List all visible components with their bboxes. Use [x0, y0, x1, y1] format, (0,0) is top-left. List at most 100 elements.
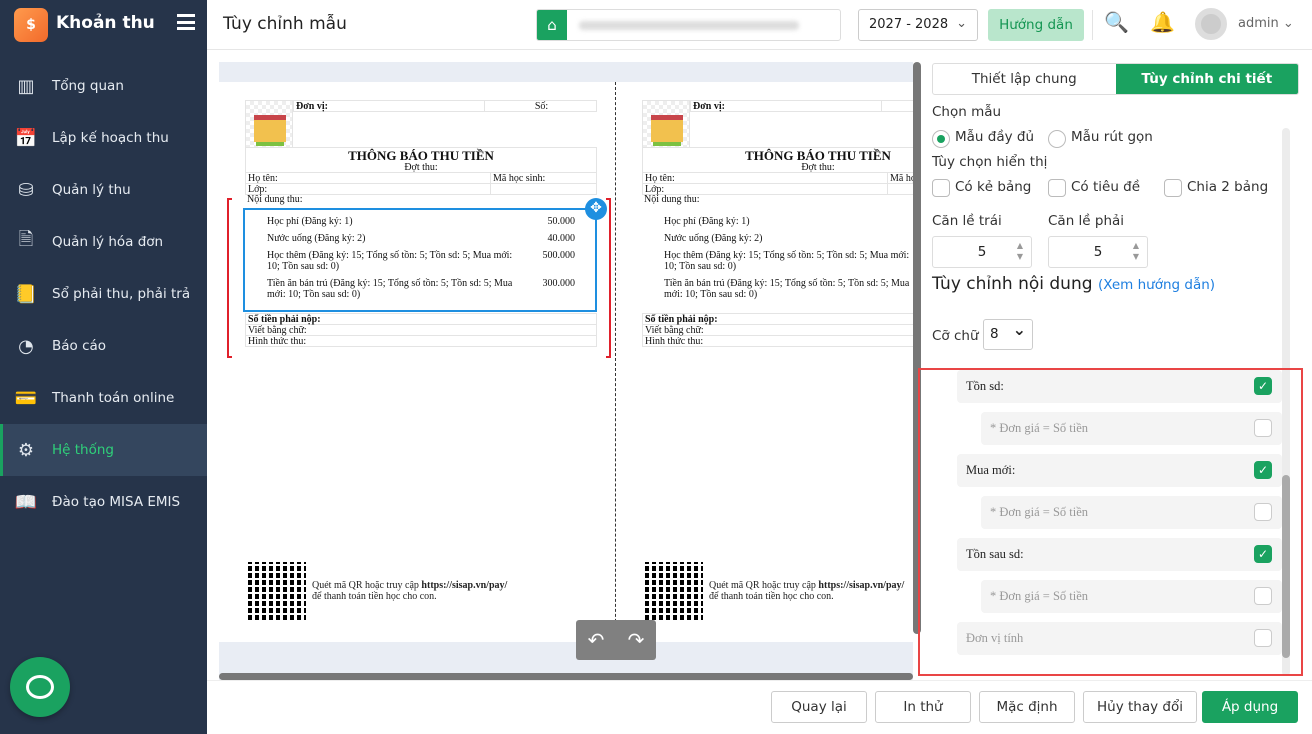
- sidebar-item-8[interactable]: 📖 Đào tạo MISA EMIS: [0, 476, 207, 528]
- avatar[interactable]: [1195, 8, 1227, 40]
- qr-text: Quét mã QR hoặc truy cập: [709, 580, 819, 591]
- apply-button[interactable]: Áp dụng: [1202, 691, 1298, 723]
- hamburger-menu-icon[interactable]: [177, 14, 195, 30]
- bell-icon[interactable]: 🔔: [1150, 10, 1175, 34]
- school-year-select[interactable]: 2027 - 2028 ⌄: [858, 9, 978, 41]
- card-icon: 💳: [14, 387, 38, 409]
- sidebar: $ Khoản thu ▥ Tổng quan 📅 Lập kế hoạch thu ⛁…: [0, 0, 207, 734]
- method-label: Hình thức thu:: [248, 336, 307, 347]
- sidebar-item-6[interactable]: 💳 Thanh toán online: [0, 372, 207, 424]
- default-button[interactable]: Mặc định: [979, 691, 1075, 723]
- fee-item: Học phí (Đăng ký: 1)50.000: [664, 216, 913, 227]
- chat-support-button[interactable]: [10, 657, 70, 717]
- fee-item: Học thêm (Đăng ký: 15; Tổng số tồn: 5; T…: [267, 250, 575, 272]
- sidebar-item-label: Tổng quan: [52, 78, 124, 94]
- total-label: Số tiền phải nộp:: [645, 314, 718, 325]
- divider: [1092, 10, 1093, 40]
- qr-text-2: để thanh toán tiền học cho con.: [709, 591, 834, 602]
- sidebar-item-0[interactable]: ▥ Tổng quan: [0, 60, 207, 112]
- back-button[interactable]: Quay lại: [771, 691, 867, 723]
- margin-right-input[interactable]: 5: [1048, 236, 1148, 268]
- number-label: Số:: [484, 101, 596, 112]
- total-label: Số tiền phải nộp:: [248, 314, 321, 325]
- sidebar-item-label: Quản lý thu: [52, 182, 131, 198]
- full-template-label: Mẫu đầy đủ: [955, 129, 1035, 145]
- checkbox-show-title[interactable]: [1048, 179, 1066, 197]
- school-year-value: 2027 - 2028: [869, 17, 949, 32]
- sidebar-item-2[interactable]: ⛁ Quản lý thu: [0, 164, 207, 216]
- sidebar-item-5[interactable]: ◔ Báo cáo: [0, 320, 207, 372]
- sidebar-item-label: Đào tạo MISA EMIS: [52, 494, 181, 510]
- search-analytics-icon[interactable]: 🔍: [1104, 10, 1129, 34]
- template-label: Chọn mẫu: [932, 104, 1002, 120]
- radio-full-template[interactable]: [932, 130, 950, 148]
- guide-button[interactable]: Hướng dẫn: [988, 9, 1084, 41]
- template-preview: Đơn vị: Số: THÔNG BÁO THU TIỀN Đợt thu: Họ…: [219, 62, 913, 680]
- book-icon: 📖: [14, 491, 38, 513]
- show-title-label: Có tiêu đề: [1071, 179, 1141, 195]
- qr-text-2: để thanh toán tiền học cho con.: [312, 591, 437, 602]
- display-options-label: Tùy chọn hiển thị: [932, 154, 1048, 170]
- tab-detail-customize[interactable]: Tùy chỉnh chi tiết: [1115, 64, 1298, 94]
- sidebar-item-label: Hệ thống: [52, 442, 114, 458]
- number-label: Số:: [881, 101, 913, 111]
- sidebar-item-4[interactable]: 📒 Sổ phải thu, phải trả: [0, 268, 207, 320]
- cut-line: [615, 82, 616, 642]
- qr-code-image: [248, 562, 306, 620]
- class-label: Lớp:: [645, 184, 665, 195]
- selection-bracket-right: [606, 198, 611, 358]
- ledger-icon: 📒: [14, 283, 38, 305]
- fee-items-block[interactable]: Học phí (Đăng ký: 1)50.000 Nước uống (Đăn…: [640, 208, 913, 312]
- name-label: Họ tên:: [645, 173, 675, 184]
- content-title: Tùy chỉnh nội dung: [932, 274, 1093, 294]
- move-handle-icon[interactable]: ✥: [585, 198, 607, 220]
- checkbox-split-2[interactable]: [1164, 179, 1182, 197]
- student-code-label: Mã học sinh:: [887, 173, 913, 184]
- preview-paper: Đơn vị: Số: THÔNG BÁO THU TIỀN Đợt thu: Họ…: [219, 82, 913, 642]
- font-size-select[interactable]: 8: [983, 319, 1033, 350]
- method-label: Hình thức thu:: [645, 336, 704, 347]
- sidebar-item-1[interactable]: 📅 Lập kế hoạch thu: [0, 112, 207, 164]
- unit-label: Đơn vị:: [296, 101, 328, 112]
- student-code-label: Mã học sinh:: [490, 173, 596, 184]
- undo-icon[interactable]: ↶: [588, 628, 605, 652]
- fee-items-block[interactable]: ✥ Học phí (Đăng ký: 1) 50.000 Nước uống (Đ…: [243, 198, 607, 312]
- hand-coin-icon: ⛁: [18, 179, 34, 201]
- in-words-label: Viết bằng chữ:: [645, 325, 704, 336]
- sidebar-item-label: Sổ phải thu, phải trả: [52, 286, 191, 302]
- fee-item-name: Học thêm (Đăng ký: 15; Tổng số tồn: 5; T…: [267, 250, 513, 272]
- margin-left-input[interactable]: 5: [932, 236, 1032, 268]
- checkbox-show-grid[interactable]: [932, 179, 950, 197]
- undo-redo-toolbar: ↶ ↷: [576, 620, 656, 660]
- content-help-link[interactable]: (Xem hướng dẫn): [1098, 277, 1215, 293]
- redo-icon[interactable]: ↷: [628, 628, 645, 652]
- preview-horizontal-scrollbar[interactable]: [219, 673, 913, 680]
- header: Tùy chỉnh mẫu ⌂ 2027 - 2028 ⌄ Hướng dẫn 🔍…: [207, 0, 1312, 50]
- invoice-icon: 🗎: [18, 229, 34, 250]
- class-label: Lớp:: [248, 184, 268, 195]
- receipt: Đơn vị: Số: THÔNG BÁO THU TIỀN Đợt thu: Họ…: [243, 100, 607, 347]
- school-logo-image: [245, 100, 293, 148]
- fee-item-amount: 40.000: [547, 233, 576, 244]
- split-2-label: Chia 2 bảng: [1187, 179, 1269, 195]
- radio-short-template[interactable]: [1048, 130, 1066, 148]
- margin-left-label: Căn lề trái: [932, 213, 1002, 229]
- print-preview-button[interactable]: In thử: [875, 691, 971, 723]
- cancel-changes-button[interactable]: Hủy thay đổi: [1083, 691, 1197, 723]
- fee-item: Học phí (Đăng ký: 1)50.000: [267, 216, 575, 227]
- qr-block: Quét mã QR hoặc truy cập https://sisap.v…: [645, 562, 904, 620]
- fee-item-amount: 50.000: [547, 216, 576, 227]
- sidebar-item-7[interactable]: ⚙ Hệ thống: [0, 424, 207, 476]
- fee-item: Học thêm (Đăng ký: 15; Tổng số tồn: 5; T…: [664, 250, 913, 272]
- school-name-blurred: [579, 21, 799, 30]
- bar-chart-icon: ▥: [17, 75, 35, 97]
- margin-right-label: Căn lề phải: [1048, 213, 1125, 229]
- sidebar-item-3[interactable]: 🗎 Quản lý hóa đơn: [0, 216, 207, 268]
- sidebar-item-label: Lập kế hoạch thu: [52, 130, 169, 146]
- username: admin: [1238, 16, 1279, 31]
- tab-general-settings[interactable]: Thiết lập chung: [933, 64, 1116, 94]
- school-selector[interactable]: ⌂: [536, 9, 841, 41]
- sidebar-item-label: Thanh toán online: [52, 390, 175, 406]
- user-menu[interactable]: admin ⌄: [1238, 16, 1294, 31]
- chat-icon: [26, 675, 54, 699]
